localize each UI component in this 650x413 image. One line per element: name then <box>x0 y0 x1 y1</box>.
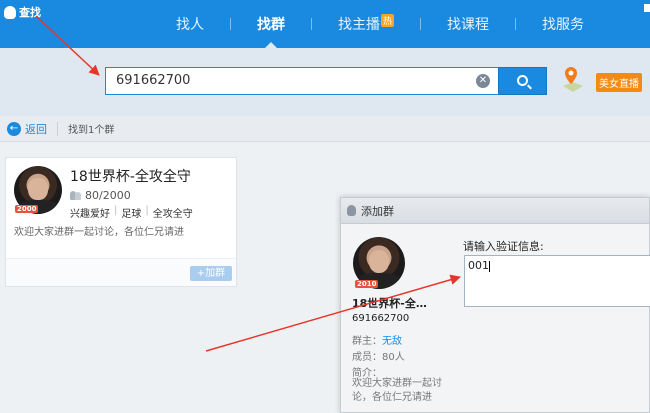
tag[interactable]: 兴趣爱好 <box>70 205 110 220</box>
tab-find-streamer-label: 找主播 <box>338 17 380 33</box>
map-pin-icon[interactable] <box>560 64 586 94</box>
tag-divider: | <box>114 205 118 216</box>
tab-find-people[interactable]: 找人 <box>150 14 230 34</box>
tab-bar: 找人 找群 找主播热 找课程 找服务 <box>150 0 610 48</box>
qq-penguin-icon <box>347 205 356 216</box>
back-arrow-icon: ← <box>7 121 21 136</box>
tag-divider: | <box>145 205 149 216</box>
qq-penguin-icon <box>4 5 16 19</box>
group-name[interactable]: 18世界杯-全攻全守 <box>70 166 191 186</box>
join-group-button[interactable]: +加群 <box>190 266 232 281</box>
tag[interactable]: 全攻全守 <box>153 205 193 220</box>
member-count-value: 80/2000 <box>85 189 131 202</box>
members-icon <box>70 191 82 200</box>
dialog-group-number: 691662700 <box>352 313 410 324</box>
member-count: 80/2000 <box>70 189 131 202</box>
dialog-owner: 群主：无敌 <box>352 332 402 347</box>
avatar-face <box>28 178 48 200</box>
text-caret <box>489 260 490 272</box>
clear-icon[interactable]: ✕ <box>476 74 490 88</box>
avatar-face <box>368 250 390 274</box>
tab-find-service[interactable]: 找服务 <box>516 14 610 34</box>
dialog-group-info: 2010 18世界杯-全… 691662700 群主：无敌 成员：80人 简介：… <box>341 225 451 413</box>
owner-label: 群主： <box>352 336 382 347</box>
window-title-label: 查找 <box>19 6 41 19</box>
divider <box>57 121 58 136</box>
result-bar: ← 返回 找到1个群 <box>0 116 650 142</box>
hot-badge: 热 <box>381 14 395 27</box>
add-group-dialog: 添加群 2010 18世界杯-全… 691662700 群主：无敌 成员：80人… <box>340 197 650 413</box>
search-button[interactable] <box>498 67 547 95</box>
verify-input[interactable]: 001 <box>464 255 650 307</box>
search-input[interactable]: 691662700 ✕ <box>105 67 499 95</box>
window-title: 查找 <box>4 4 41 20</box>
verify-input-value: 001 <box>468 259 489 272</box>
tag[interactable]: 足球 <box>121 205 141 220</box>
tab-find-course[interactable]: 找课程 <box>421 14 515 34</box>
dialog-intro: 欢迎大家进群一起讨论，各位仁兄请进 <box>352 378 442 403</box>
owner-link[interactable]: 无敌 <box>382 336 402 347</box>
search-input-value: 691662700 <box>116 73 191 88</box>
top-nav: 查找 找人 找群 找主播热 找课程 找服务 <box>0 0 650 48</box>
dialog-members: 成员：80人 <box>352 352 405 363</box>
tab-find-streamer[interactable]: 找主播热 <box>312 14 420 34</box>
search-area: 691662700 ✕ 美女直播 <box>0 48 650 116</box>
group-description: 欢迎大家进群一起讨论，各位仁兄请进 <box>14 227 184 238</box>
window-control-icon[interactable] <box>644 4 650 12</box>
dialog-title: 添加群 <box>361 204 394 218</box>
tab-find-group[interactable]: 找群 <box>231 14 311 48</box>
back-button[interactable]: ← 返回 <box>0 121 47 137</box>
level-badge: 2000 <box>15 205 39 213</box>
group-tags: 兴趣爱好 | 足球 | 全攻全守 <box>70 205 193 220</box>
group-result-card[interactable]: 2000 18世界杯-全攻全守 80/2000 兴趣爱好 | 足球 | 全攻全守… <box>5 157 237 287</box>
dialog-group-name: 18世界杯-全… <box>352 297 427 310</box>
search-icon <box>517 75 528 86</box>
dialog-titlebar[interactable]: 添加群 <box>341 198 649 224</box>
level-badge: 2010 <box>355 280 379 288</box>
result-count: 找到1个群 <box>68 125 115 136</box>
verify-label: 请输入验证信息: <box>463 240 544 253</box>
back-label: 返回 <box>25 122 47 136</box>
live-stream-badge[interactable]: 美女直播 <box>596 73 642 92</box>
